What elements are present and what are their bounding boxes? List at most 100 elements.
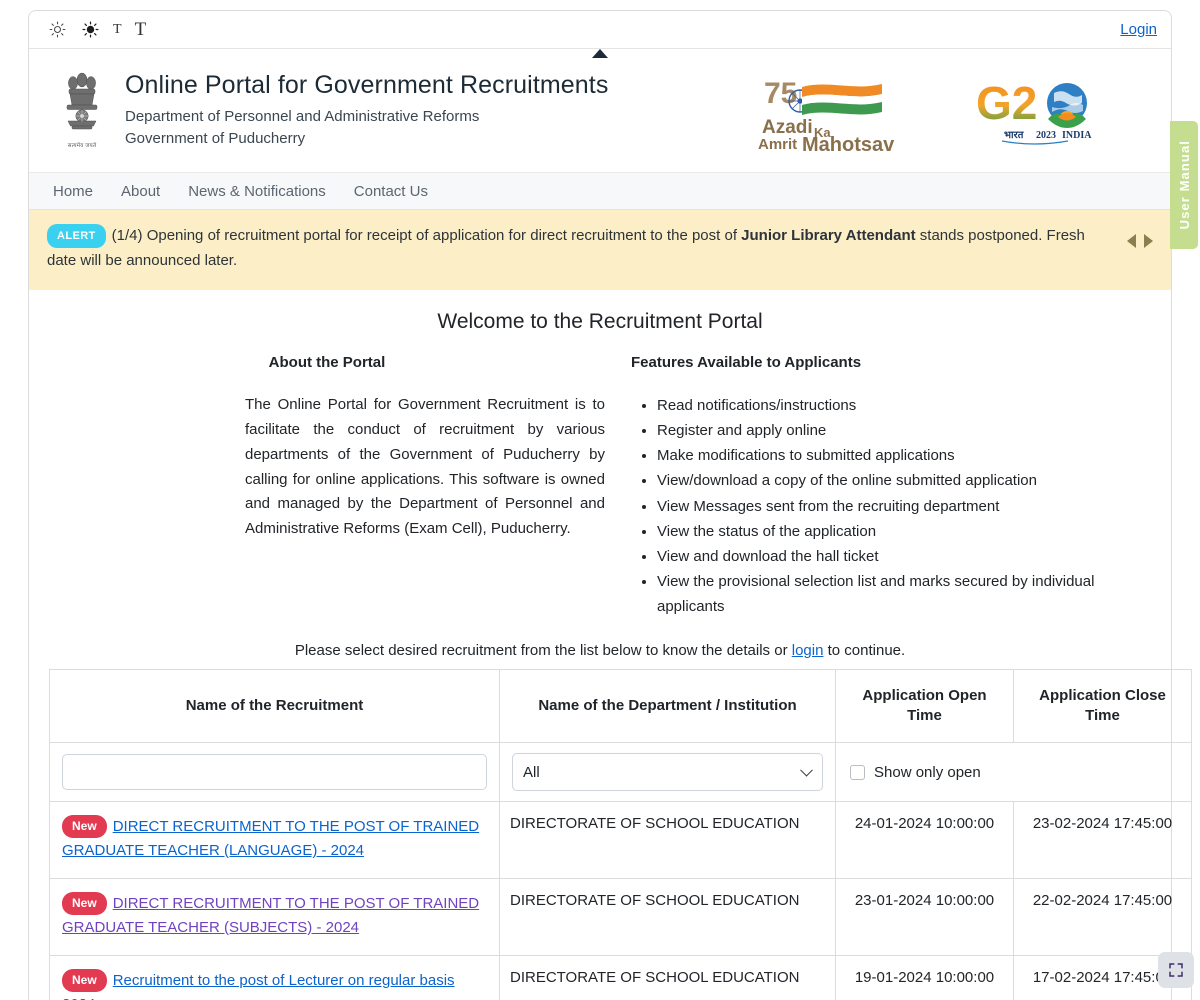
about-portal-text: The Online Portal for Government Recruit…: [245, 395, 605, 538]
column-header-open-time[interactable]: Application Open Time: [835, 668, 1014, 744]
show-only-open-control[interactable]: Show only open: [848, 764, 1179, 781]
cell-department: DIRECTORATE OF SCHOOL EDUCATION: [499, 955, 836, 1000]
text-small-icon[interactable]: T: [113, 22, 122, 37]
cell-close-time: 23-02-2024 17:45:00: [1013, 801, 1192, 880]
recruitment-link[interactable]: Recruitment to the post of Lecturer on r…: [62, 972, 455, 1000]
header-titles: Online Portal for Government Recruitment…: [125, 67, 608, 149]
list-item: Make modifications to submitted applicat…: [657, 443, 1151, 468]
table-filter-row: All Show only open: [49, 742, 1192, 803]
list-item: View and download the hall ticket: [657, 544, 1151, 569]
svg-text:G2: G2: [976, 77, 1037, 129]
filter-cell-show-only-open: Show only open: [835, 742, 1192, 803]
page-root: T T Login सत्यमेव जयते Online Portal for…: [0, 0, 1200, 1000]
list-item: View the provisional selection list and …: [657, 569, 1151, 619]
table-body: New DIRECT RECRUITMENT TO THE POST OF TRA…: [49, 801, 1192, 1000]
features-list: Read notifications/instructions Register…: [631, 393, 1151, 620]
inline-login-link[interactable]: login: [792, 642, 824, 659]
list-item: View Messages sent from the recruiting d…: [657, 494, 1151, 519]
alert-prev-arrow-icon[interactable]: [1127, 234, 1136, 248]
cell-recruitment-name: New DIRECT RECRUITMENT TO THE POST OF TRA…: [49, 801, 500, 880]
list-item: Register and apply online: [657, 418, 1151, 443]
main-content: Welcome to the Recruitment Portal About …: [29, 289, 1192, 1000]
column-header-department[interactable]: Name of the Department / Institution: [499, 668, 836, 744]
fullscreen-button[interactable]: [1158, 952, 1194, 988]
cell-recruitment-name: New DIRECT RECRUITMENT TO THE POST OF TRA…: [49, 878, 500, 957]
about-portal-heading: About the Portal: [268, 353, 386, 371]
department-select-wrapper: All: [512, 753, 823, 792]
collapse-header-caret-icon[interactable]: [592, 49, 608, 58]
header-subtitle-government: Government of Puducherry: [125, 129, 306, 147]
emblem-motto: सत्यमेव जयते: [67, 143, 97, 149]
cell-open-time: 19-01-2024 10:00:00: [835, 955, 1014, 1000]
list-item: View/download a copy of the online submi…: [657, 468, 1151, 493]
instruction-text-before: Please select desired recruitment from t…: [294, 641, 788, 659]
header-logos: 75 Azadi Ka Amrit Mahotsav G2 भारत 2023 …: [758, 67, 1153, 158]
cell-close-time: 22-02-2024 17:45:00: [1013, 878, 1192, 957]
table-row: New DIRECT RECRUITMENT TO THE POST OF TRA…: [49, 801, 1192, 880]
svg-text:2023: 2023: [1036, 130, 1056, 141]
nav-item-about[interactable]: About: [117, 181, 164, 202]
user-manual-label: User Manual: [1176, 140, 1192, 230]
main-navigation: Home About News & Notifications Contact …: [29, 172, 1171, 210]
table-header: Name of the Recruitment Name of the Depa…: [49, 668, 1192, 803]
browser-content-shell: T T Login सत्यमेव जयते Online Portal for…: [28, 10, 1198, 1000]
nav-item-contact-us[interactable]: Contact Us: [350, 181, 432, 202]
table-row: New DIRECT RECRUITMENT TO THE POST OF TRA…: [49, 878, 1192, 957]
login-link[interactable]: Login: [1120, 21, 1157, 38]
cell-department: DIRECTORATE OF SCHOOL EDUCATION: [499, 801, 836, 880]
about-portal-column: About the Portal The Online Portal for G…: [49, 354, 605, 620]
alert-highlight: Junior Library Attendant: [741, 227, 916, 244]
features-heading: Features Available to Applicants: [631, 353, 862, 371]
features-column: Features Available to Applicants Read no…: [631, 354, 1151, 620]
new-badge: New: [62, 969, 107, 993]
alert-next-arrow-icon[interactable]: [1144, 234, 1153, 248]
department-select[interactable]: All: [512, 753, 823, 792]
recruitment-link[interactable]: DIRECT RECRUITMENT TO THE POST OF TRAINE…: [62, 818, 479, 859]
department-select-value: All: [523, 763, 540, 781]
sun-outline-icon[interactable]: [47, 20, 67, 40]
alert-navigation: [1127, 224, 1153, 248]
g20-india-logo: G2 भारत 2023 INDIA: [974, 75, 1099, 150]
alert-banner: ALERT (1/4) Opening of recruitment portal…: [29, 210, 1171, 290]
cell-open-time: 23-01-2024 10:00:00: [835, 878, 1014, 957]
recruitments-table: Name of the Recruitment Name of the Depa…: [49, 668, 1192, 1000]
new-badge: New: [62, 815, 107, 839]
list-item: Read notifications/instructions: [657, 393, 1151, 418]
text-large-icon[interactable]: T: [135, 20, 147, 39]
filter-cell-department: All: [499, 742, 836, 803]
page-title: Online Portal for Government Recruitment…: [125, 71, 609, 99]
info-columns: About the Portal The Online Portal for G…: [49, 354, 1151, 620]
alert-badge: ALERT: [47, 224, 106, 249]
new-badge: New: [62, 892, 107, 916]
svg-text:Mahotsav: Mahotsav: [802, 134, 895, 153]
svg-text:Amrit: Amrit: [758, 136, 797, 153]
alert-counter: (1/4): [111, 227, 143, 244]
table-row: New Recruitment to the post of Lecturer o…: [49, 955, 1192, 1000]
cell-department: DIRECTORATE OF SCHOOL EDUCATION: [499, 878, 836, 957]
svg-text:भारत: भारत: [1004, 130, 1025, 141]
filter-cell-name: [49, 742, 500, 803]
sun-filled-icon[interactable]: [80, 20, 100, 40]
search-input[interactable]: [62, 754, 487, 791]
recruitment-link[interactable]: DIRECT RECRUITMENT TO THE POST OF TRAINE…: [62, 895, 479, 936]
user-manual-tab[interactable]: User Manual: [1170, 121, 1198, 249]
nav-item-news-notifications[interactable]: News & Notifications: [184, 181, 330, 202]
column-header-name[interactable]: Name of the Recruitment: [49, 668, 500, 744]
table-header-row: Name of the Recruitment Name of the Depa…: [49, 668, 1192, 744]
site-header: सत्यमेव जयते Online Portal for Governmen…: [29, 49, 1171, 172]
instruction-text-after: to continue.: [827, 641, 906, 659]
topbar-right: Login: [1120, 21, 1157, 39]
column-header-close-time[interactable]: Application Close Time: [1013, 668, 1192, 744]
show-only-open-label: Show only open: [874, 763, 981, 781]
nav-item-home[interactable]: Home: [49, 181, 97, 202]
svg-text:INDIA: INDIA: [1062, 130, 1092, 141]
azadi-ka-amrit-mahotsav-logo: 75 Azadi Ka Amrit Mahotsav: [758, 67, 908, 158]
welcome-heading: Welcome to the Recruitment Portal: [437, 309, 763, 333]
select-recruitment-instruction: Please select desired recruitment from t…: [49, 642, 1151, 659]
header-subtitle-department: Department of Personnel and Administrati…: [125, 107, 480, 125]
cell-open-time: 24-01-2024 10:00:00: [835, 801, 1014, 880]
show-only-open-checkbox[interactable]: [850, 764, 865, 780]
list-item: View the status of the application: [657, 519, 1151, 544]
utility-topbar: T T Login: [29, 11, 1171, 49]
accessibility-controls: T T: [47, 20, 146, 40]
